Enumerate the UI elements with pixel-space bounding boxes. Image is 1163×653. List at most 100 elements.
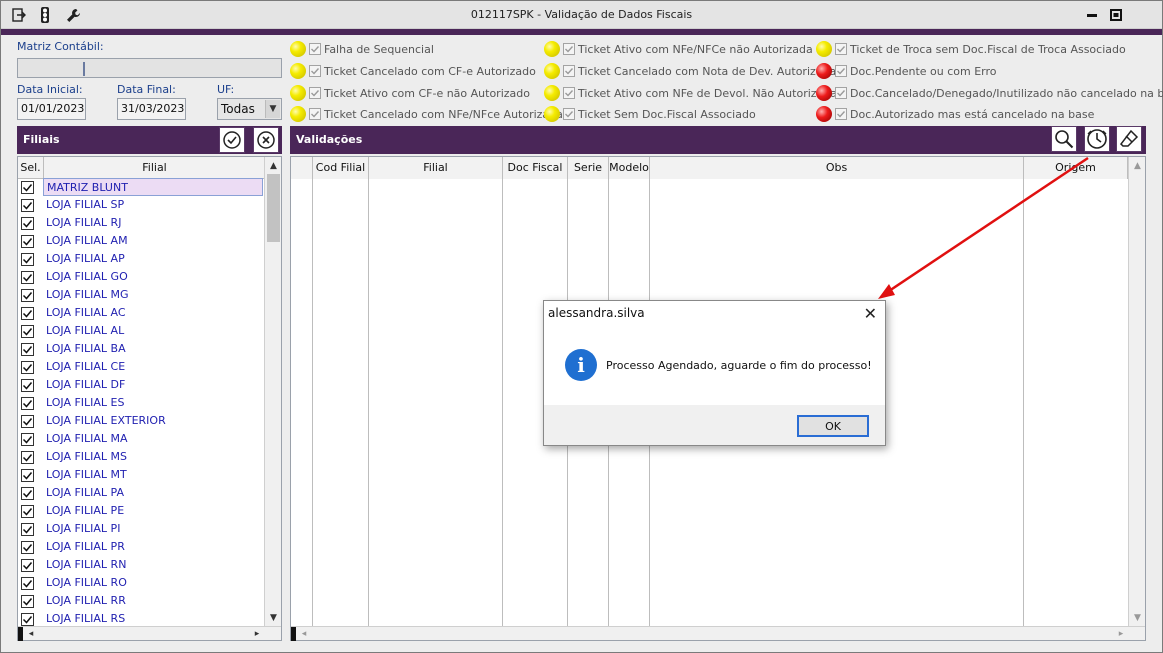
filial-row[interactable]: LOJA FILIAL PE <box>18 502 265 520</box>
filial-row[interactable]: LOJA FILIAL PI <box>18 520 265 538</box>
filial-row[interactable]: LOJA FILIAL RR <box>18 592 265 610</box>
select-all-button[interactable] <box>219 127 245 153</box>
filial-row[interactable]: LOJA FILIAL AM <box>18 232 265 250</box>
filial-checkbox[interactable] <box>21 432 34 446</box>
col-obs[interactable]: Obs <box>650 157 1024 179</box>
filial-checkbox[interactable] <box>21 180 34 194</box>
filial-row[interactable]: LOJA FILIAL MS <box>18 448 265 466</box>
filial-row[interactable]: LOJA FILIAL RO <box>18 574 265 592</box>
filial-checkbox[interactable] <box>21 468 34 482</box>
filial-checkbox[interactable] <box>21 540 34 554</box>
chevron-down-icon[interactable]: ▼ <box>265 100 280 118</box>
legend-checkbox[interactable] <box>835 108 847 120</box>
legend-checkbox[interactable] <box>563 87 575 99</box>
col-filial[interactable]: Filial <box>369 157 503 179</box>
filial-row[interactable]: LOJA FILIAL ES <box>18 394 265 412</box>
filial-checkbox[interactable] <box>21 288 34 302</box>
filial-row[interactable]: MATRIZ BLUNT <box>18 178 265 196</box>
legend-checkbox[interactable] <box>835 43 847 55</box>
col-sel[interactable]: Sel. <box>18 157 44 179</box>
legend-checkbox[interactable] <box>563 43 575 55</box>
filial-row[interactable]: LOJA FILIAL MG <box>18 286 265 304</box>
exit-icon[interactable] <box>11 7 27 23</box>
filial-row[interactable]: LOJA FILIAL MT <box>18 466 265 484</box>
deselect-all-button[interactable] <box>253 127 279 153</box>
filial-checkbox[interactable] <box>21 324 34 338</box>
schedule-button[interactable] <box>1084 126 1110 152</box>
filial-row[interactable]: LOJA FILIAL GO <box>18 268 265 286</box>
legend-checkbox[interactable] <box>563 65 575 77</box>
filial-checkbox[interactable] <box>21 216 34 230</box>
scroll-left-icon[interactable]: ◂ <box>24 627 38 641</box>
filial-row[interactable]: LOJA FILIAL AL <box>18 322 265 340</box>
col-doc-fiscal[interactable]: Doc Fiscal <box>503 157 568 179</box>
filial-checkbox[interactable] <box>21 612 34 626</box>
scroll-down-icon[interactable]: ▼ <box>265 609 282 626</box>
filial-row[interactable]: LOJA FILIAL PA <box>18 484 265 502</box>
traffic-light-icon[interactable] <box>37 7 53 23</box>
data-inicial-input[interactable]: 01/01/2023 <box>17 98 86 120</box>
filial-checkbox[interactable] <box>21 450 34 464</box>
filial-checkbox[interactable] <box>21 396 34 410</box>
close-icon[interactable]: ✕ <box>864 304 877 323</box>
filial-row[interactable]: LOJA FILIAL AP <box>18 250 265 268</box>
legend-checkbox[interactable] <box>835 65 847 77</box>
legend-checkbox[interactable] <box>563 108 575 120</box>
col-serie[interactable]: Serie <box>568 157 609 179</box>
filial-checkbox[interactable] <box>21 252 34 266</box>
filial-row[interactable]: LOJA FILIAL RN <box>18 556 265 574</box>
filial-checkbox[interactable] <box>21 594 34 608</box>
filial-row[interactable]: LOJA FILIAL PR <box>18 538 265 556</box>
col-modelo[interactable]: Modelo <box>609 157 650 179</box>
col-origem[interactable]: Origem <box>1024 157 1128 179</box>
scroll-right-icon[interactable]: ▸ <box>1114 627 1128 641</box>
scroll-thumb[interactable] <box>267 174 280 242</box>
filial-row[interactable]: LOJA FILIAL DF <box>18 376 265 394</box>
filial-row[interactable]: LOJA FILIAL CE <box>18 358 265 376</box>
filial-checkbox[interactable] <box>21 576 34 590</box>
col-filial[interactable]: Filial <box>44 157 265 179</box>
filial-checkbox[interactable] <box>21 504 34 518</box>
maximize-icon[interactable] <box>1108 7 1124 23</box>
filial-row[interactable]: LOJA FILIAL EXTERIOR <box>18 412 265 430</box>
scroll-up-icon[interactable]: ▲ <box>1129 157 1146 174</box>
filial-checkbox[interactable] <box>21 306 34 320</box>
filial-checkbox[interactable] <box>21 360 34 374</box>
filiais-horizontal-scrollbar[interactable]: ◂ ▸ <box>18 626 281 641</box>
legend-checkbox[interactable] <box>835 87 847 99</box>
data-final-input[interactable]: 31/03/2023 <box>117 98 186 120</box>
filial-row[interactable]: LOJA FILIAL RJ <box>18 214 265 232</box>
filial-row[interactable]: LOJA FILIAL SP <box>18 196 265 214</box>
validacoes-vertical-scrollbar[interactable]: ▲ ▼ <box>1128 157 1145 626</box>
clear-button[interactable] <box>1116 126 1142 152</box>
minimize-icon[interactable] <box>1084 7 1100 23</box>
filial-checkbox[interactable] <box>21 342 34 356</box>
filial-row[interactable]: LOJA FILIAL BA <box>18 340 265 358</box>
legend-checkbox[interactable] <box>309 87 321 99</box>
legend-checkbox[interactable] <box>309 108 321 120</box>
filial-checkbox[interactable] <box>21 270 34 284</box>
legend-checkbox[interactable] <box>309 65 321 77</box>
filial-checkbox[interactable] <box>21 414 34 428</box>
filial-checkbox[interactable] <box>21 378 34 392</box>
filial-checkbox[interactable] <box>21 522 34 536</box>
filial-checkbox[interactable] <box>21 486 34 500</box>
search-button[interactable] <box>1051 126 1077 152</box>
scroll-right-icon[interactable]: ▸ <box>250 627 264 641</box>
filial-checkbox[interactable] <box>21 558 34 572</box>
filiais-vertical-scrollbar[interactable]: ▲ ▼ <box>264 157 281 627</box>
filial-row[interactable]: LOJA FILIAL AC <box>18 304 265 322</box>
scroll-down-icon[interactable]: ▼ <box>1129 609 1146 626</box>
validacoes-horizontal-scrollbar[interactable]: ◂ ▸ <box>291 626 1145 641</box>
ok-button[interactable]: OK <box>797 415 869 437</box>
matriz-contabil-field[interactable] <box>17 58 282 78</box>
wrench-icon[interactable] <box>65 7 81 23</box>
scroll-left-icon[interactable]: ◂ <box>297 627 311 641</box>
filial-row[interactable]: LOJA FILIAL MA <box>18 430 265 448</box>
legend-checkbox[interactable] <box>309 43 321 55</box>
scroll-up-icon[interactable]: ▲ <box>265 157 282 174</box>
filial-checkbox[interactable] <box>21 198 34 212</box>
col-cod-filial[interactable]: Cod Filial <box>313 157 369 179</box>
uf-select[interactable]: Todas ▼ <box>217 98 282 120</box>
filial-checkbox[interactable] <box>21 234 34 248</box>
